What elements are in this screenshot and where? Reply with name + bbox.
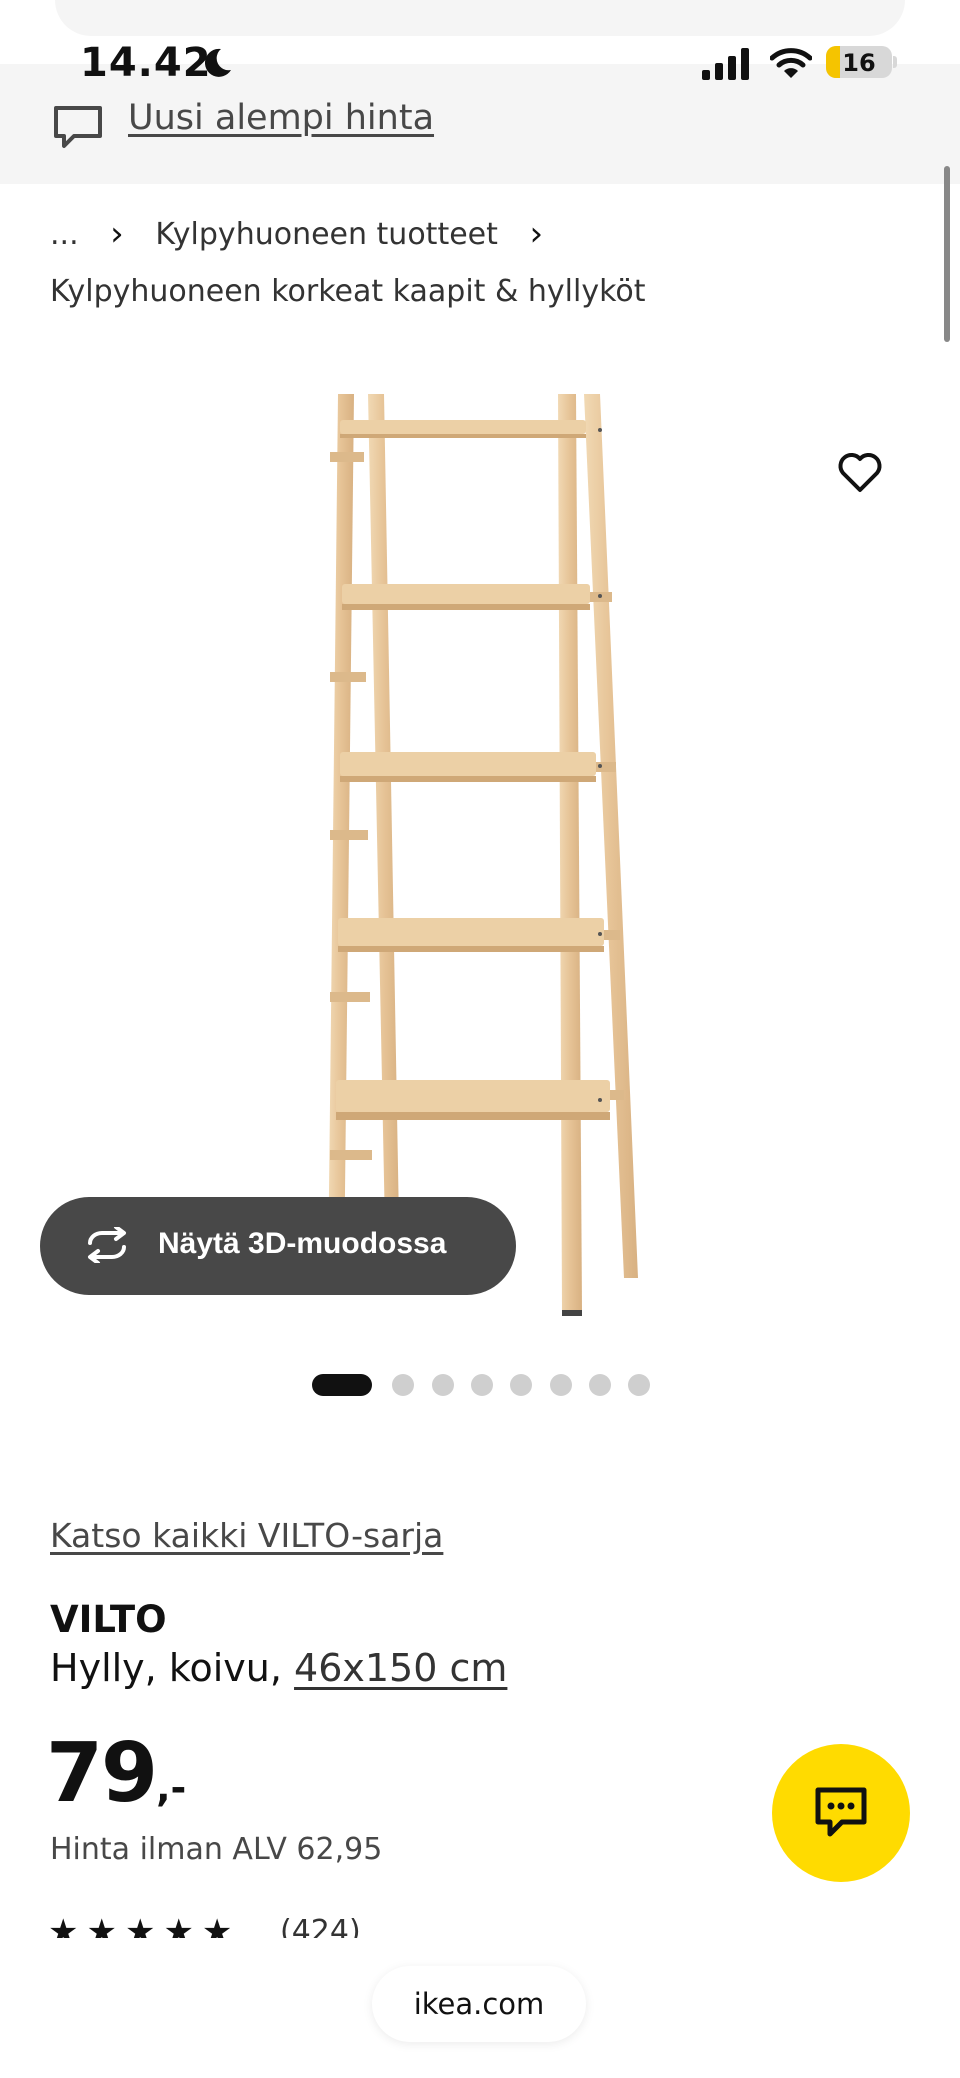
price-integer: 79 bbox=[46, 1726, 158, 1821]
product-type: Hylly, koivu, bbox=[50, 1646, 282, 1690]
pagination-dot[interactable] bbox=[392, 1374, 414, 1396]
battery-level: 16 bbox=[842, 49, 876, 77]
pagination-dot[interactable] bbox=[471, 1374, 493, 1396]
wifi-icon bbox=[770, 48, 812, 78]
breadcrumb-level1[interactable]: Kylpyhuoneen tuotteet bbox=[155, 217, 498, 252]
status-bar: 14.42 16 bbox=[0, 36, 960, 92]
breadcrumb-level2[interactable]: Kylpyhuoneen korkeat kaapit & hyllyköt bbox=[50, 274, 646, 309]
dimensions-link[interactable]: 46x150 cm bbox=[294, 1646, 507, 1690]
pagination-dot[interactable] bbox=[550, 1374, 572, 1396]
lower-price-link[interactable]: Uusi alempi hinta bbox=[128, 98, 434, 138]
speech-bubble-icon bbox=[54, 106, 102, 148]
battery-tip bbox=[893, 56, 897, 68]
status-time: 14.42 bbox=[80, 40, 212, 86]
pagination-dot[interactable] bbox=[510, 1374, 532, 1396]
chevron-right-icon: › bbox=[529, 214, 544, 254]
product-rating[interactable]: ★★★★★ (424) bbox=[48, 1908, 388, 1938]
browser-top-cap bbox=[55, 0, 905, 36]
heart-icon[interactable] bbox=[836, 448, 884, 496]
pagination-dot[interactable] bbox=[628, 1374, 650, 1396]
series-link[interactable]: Katso kaikki VILTO-sarja bbox=[50, 1516, 443, 1555]
breadcrumb-ellipsis[interactable]: ... bbox=[50, 217, 79, 252]
rating-stars-icon: ★★★★★ bbox=[48, 1912, 241, 1938]
view-3d-label: Näytä 3D-muodossa bbox=[158, 1227, 447, 1260]
chat-button[interactable] bbox=[772, 1744, 910, 1882]
pagination-dot[interactable] bbox=[432, 1374, 454, 1396]
battery-indicator: 16 bbox=[826, 46, 892, 78]
product-name: VILTO bbox=[50, 1598, 167, 1641]
rating-count: (424) bbox=[280, 1914, 361, 1938]
cellular-signal-icon bbox=[702, 48, 749, 80]
price-excl-vat: Hinta ilman ALV 62,95 bbox=[50, 1832, 383, 1867]
product-image[interactable] bbox=[300, 380, 700, 1320]
view-3d-button[interactable]: Näytä 3D-muodossa bbox=[40, 1197, 516, 1295]
pagination-dot-active[interactable] bbox=[312, 1374, 372, 1396]
product-price: 79,- bbox=[46, 1726, 186, 1821]
scrollbar[interactable] bbox=[944, 166, 950, 342]
chevron-right-icon: › bbox=[110, 214, 124, 254]
rotate-icon bbox=[88, 1227, 126, 1263]
product-description: Hylly, koivu, 46x150 cm bbox=[50, 1646, 507, 1690]
pagination-dot[interactable] bbox=[589, 1374, 611, 1396]
moon-icon bbox=[204, 48, 231, 77]
breadcrumb: ... › Kylpyhuoneen tuotteet › bbox=[50, 214, 565, 254]
price-suffix: ,- bbox=[156, 1766, 187, 1810]
chat-icon bbox=[815, 1787, 867, 1837]
browser-address-bar[interactable]: ikea.com bbox=[372, 1966, 586, 2042]
